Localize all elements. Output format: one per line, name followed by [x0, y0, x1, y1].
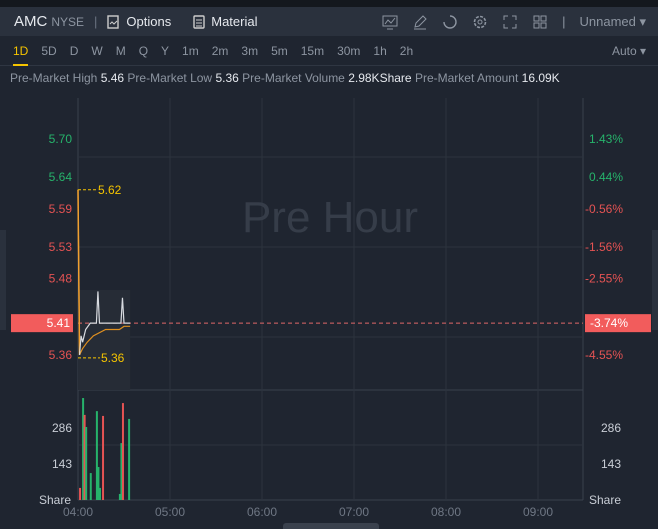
current-percent-label: -3.74%: [590, 316, 628, 330]
percent-tick-label: -2.55%: [585, 272, 623, 286]
percent-tick-label: -4.55%: [585, 348, 623, 362]
x-tick-label: 05:00: [155, 505, 185, 519]
volume-tick-label: 143: [601, 457, 621, 471]
percent-tick-label: -0.56%: [585, 202, 623, 216]
x-tick-label: 09:00: [523, 505, 553, 519]
percent-tick-label: 0.44%: [589, 170, 623, 184]
volume-unit-label: Share: [39, 493, 71, 507]
low-marker-label: 5.36: [101, 351, 125, 365]
price-tick-label: 5.59: [49, 202, 73, 216]
price-chart[interactable]: 04:00 05:00 06:00 07:00 08:00 09:00 Pre Hour 5.…: [0, 0, 658, 529]
volume-bar: [121, 403, 124, 500]
bottom-panel-handle[interactable]: [283, 523, 379, 529]
percent-tick-label: 1.43%: [589, 132, 623, 146]
volume-tick-label: 286: [601, 421, 621, 435]
volume-tick-label: 286: [52, 421, 72, 435]
current-price-label: 5.41: [47, 316, 71, 330]
high-marker-label: 5.62: [98, 183, 122, 197]
x-tick-label: 06:00: [247, 505, 277, 519]
volume-unit-label: Share: [589, 493, 621, 507]
volume-tick-label: 143: [52, 457, 72, 471]
left-panel-handle[interactable]: [0, 230, 6, 330]
volume-bar: [102, 415, 105, 500]
price-tick-label: 5.64: [49, 170, 73, 184]
volume-bar: [79, 487, 82, 500]
percent-tick-label: -1.56%: [585, 240, 623, 254]
volume-bar: [128, 418, 131, 500]
price-tick-label: 5.53: [49, 240, 73, 254]
price-tick-label: 5.70: [49, 132, 73, 146]
volume-bar: [89, 473, 92, 500]
price-tick-label: 5.48: [49, 272, 73, 286]
x-tick-label: 04:00: [63, 505, 93, 519]
x-tick-label: 08:00: [431, 505, 461, 519]
price-tick-label: 5.36: [49, 348, 73, 362]
volume-bar: [98, 487, 101, 500]
volume-bar: [85, 426, 88, 500]
right-panel-handle[interactable]: [652, 230, 658, 330]
x-tick-label: 07:00: [339, 505, 369, 519]
watermark: Pre Hour: [242, 193, 418, 242]
